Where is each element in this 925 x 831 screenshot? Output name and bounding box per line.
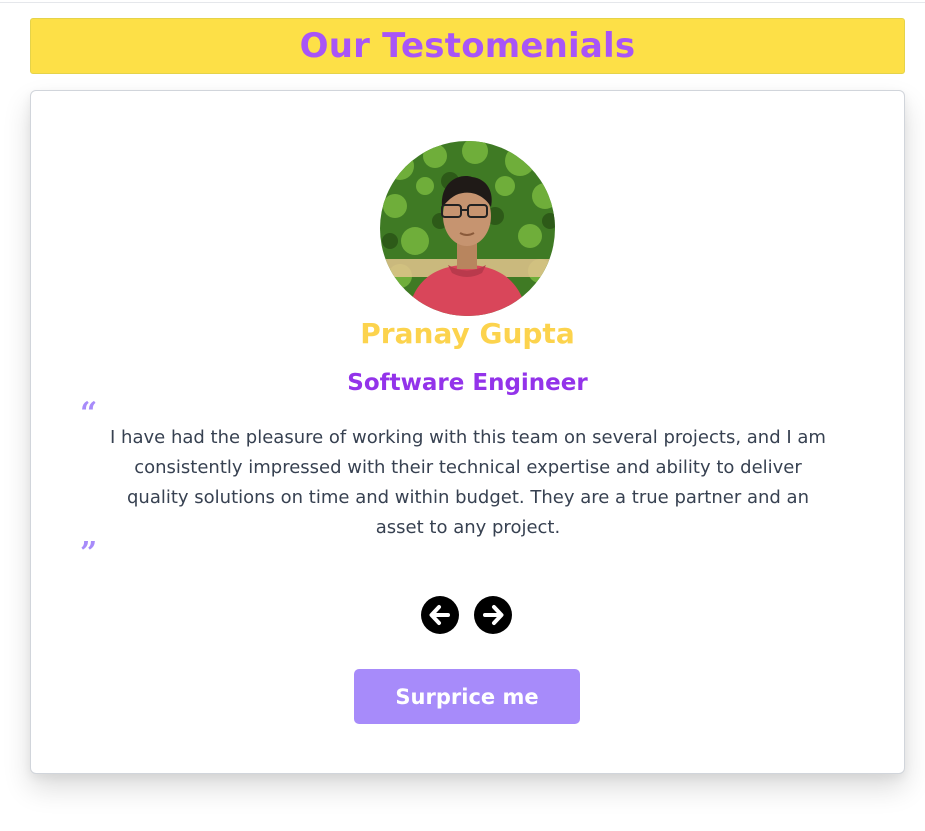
page-title: Our Testomenials xyxy=(299,26,636,66)
previous-button[interactable] xyxy=(421,596,459,634)
arrow-right-circle-icon xyxy=(483,605,504,625)
testimonial-quote: I have had the pleasure of working with … xyxy=(110,427,826,538)
surprise-me-button[interactable]: Surprice me xyxy=(354,669,580,724)
avatar xyxy=(380,141,555,316)
close-quote-icon: ” xyxy=(80,536,98,571)
open-quote-icon: “ xyxy=(80,396,98,431)
header-banner: Our Testomenials xyxy=(30,18,905,74)
person-name: Pranay Gupta xyxy=(360,317,575,350)
top-divider xyxy=(0,2,925,3)
testimonial-card: Pranay Gupta Software Engineer “ I have … xyxy=(30,90,905,774)
arrow-left-circle-icon xyxy=(429,605,450,625)
next-button[interactable] xyxy=(474,596,512,634)
person-role: Software Engineer xyxy=(347,370,588,396)
